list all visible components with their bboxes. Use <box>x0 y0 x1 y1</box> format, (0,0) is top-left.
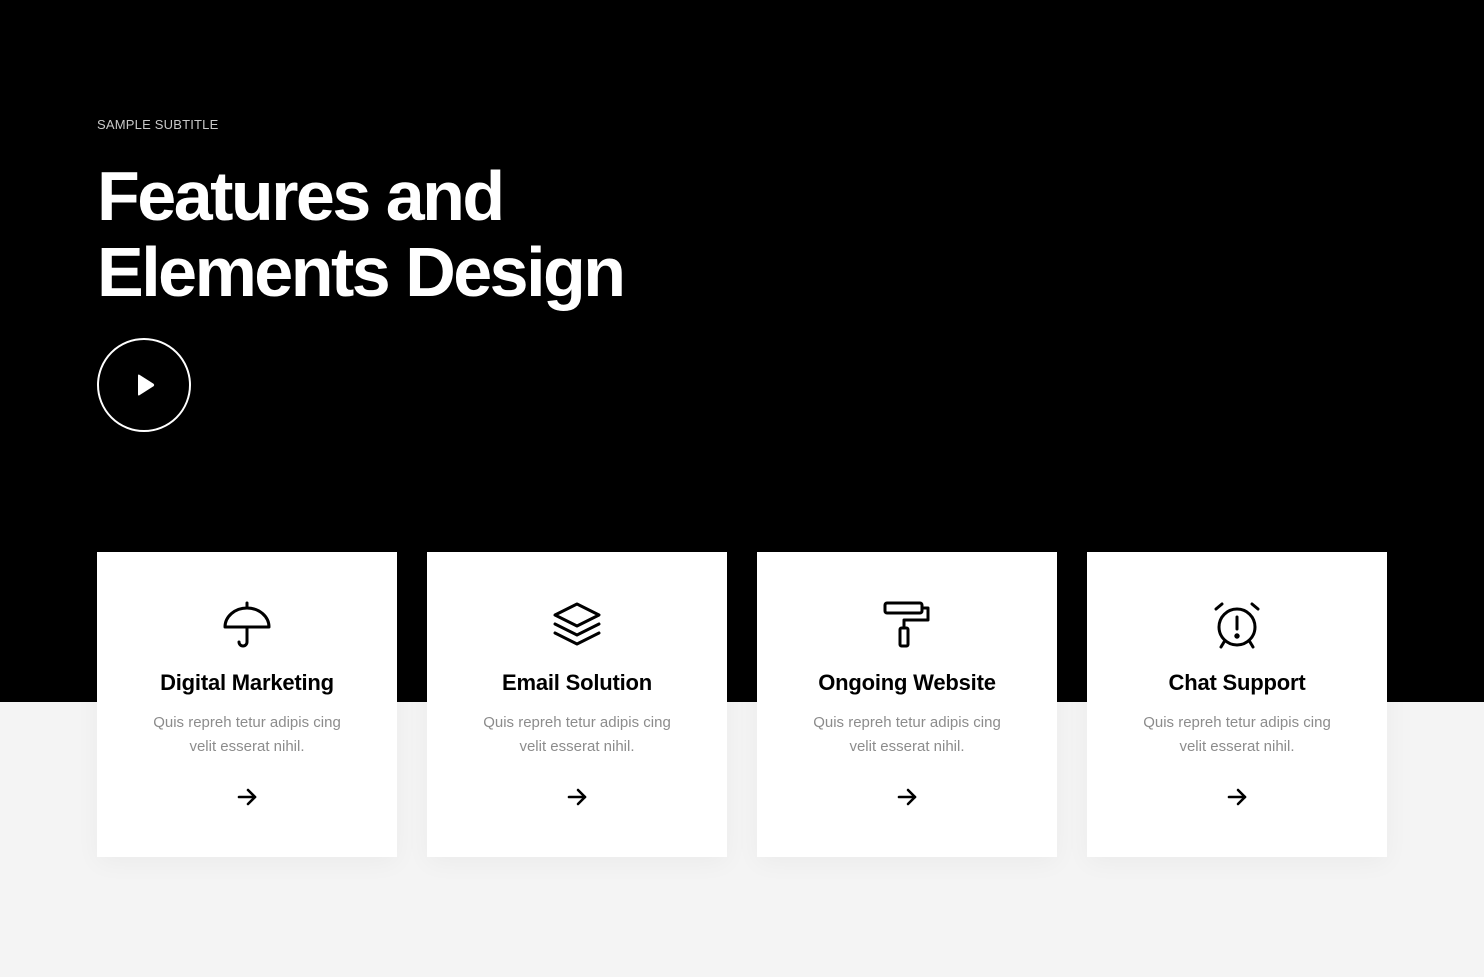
arrow-right-icon[interactable] <box>895 785 919 809</box>
play-icon <box>138 374 155 396</box>
play-video-button[interactable] <box>97 338 191 432</box>
feature-cards: Digital Marketing Quis repreh tetur adip… <box>97 552 1387 857</box>
feature-description-line: velit esserat nihil. <box>519 738 635 755</box>
hero-title: Features and Elements Design <box>97 158 737 310</box>
feature-card-ongoing-website: Ongoing Website Quis repreh tetur adipis… <box>757 552 1057 857</box>
arrow-right-icon[interactable] <box>235 785 259 809</box>
feature-description-line: velit esserat nihil. <box>849 738 965 755</box>
layers-icon <box>552 600 602 650</box>
feature-description: Quis repreh tetur adipis cing velit esse… <box>1127 711 1347 759</box>
feature-description: Quis repreh tetur adipis cing velit esse… <box>467 711 687 759</box>
paint-roller-icon <box>882 600 932 650</box>
umbrella-icon <box>222 600 272 650</box>
feature-description-line: Quis repreh tetur adipis cing <box>153 714 341 731</box>
feature-title: Ongoing Website <box>818 670 996 695</box>
arrow-right-icon[interactable] <box>1225 785 1249 809</box>
feature-description-line: Quis repreh tetur adipis cing <box>483 714 671 731</box>
feature-description-line: velit esserat nihil. <box>1179 738 1295 755</box>
feature-title: Email Solution <box>502 670 652 695</box>
feature-title: Digital Marketing <box>160 670 334 695</box>
feature-description-line: Quis repreh tetur adipis cing <box>1143 714 1331 731</box>
hero-subtitle: SAMPLE SUBTITLE <box>97 117 219 132</box>
arrow-right-icon[interactable] <box>565 785 589 809</box>
feature-description-line: Quis repreh tetur adipis cing <box>813 714 1001 731</box>
hero-title-line-1: Features and <box>97 157 505 235</box>
feature-card-email-solution: Email Solution Quis repreh tetur adipis … <box>427 552 727 857</box>
feature-title: Chat Support <box>1168 670 1306 695</box>
feature-description-line: velit esserat nihil. <box>189 738 305 755</box>
feature-description: Quis repreh tetur adipis cing velit esse… <box>137 711 357 759</box>
alarm-clock-icon <box>1212 600 1262 650</box>
hero-title-line-2: Elements Design <box>97 233 626 311</box>
feature-card-chat-support: Chat Support Quis repreh tetur adipis ci… <box>1087 552 1387 857</box>
page: SAMPLE SUBTITLE Features and Elements De… <box>0 0 1484 977</box>
feature-card-digital-marketing: Digital Marketing Quis repreh tetur adip… <box>97 552 397 857</box>
feature-description: Quis repreh tetur adipis cing velit esse… <box>797 711 1017 759</box>
